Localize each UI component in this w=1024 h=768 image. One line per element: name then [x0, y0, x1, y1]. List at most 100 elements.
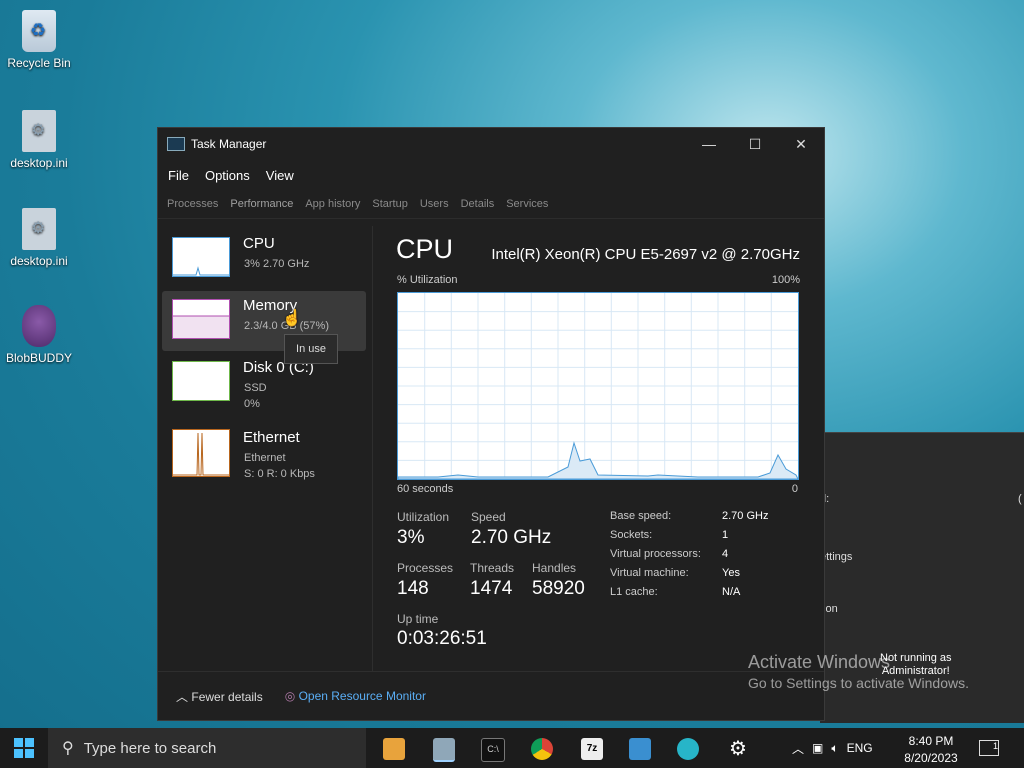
page-title: CPU: [396, 234, 454, 264]
disk-thumbnail-graph: [172, 361, 230, 401]
tab-startup[interactable]: Startup: [372, 198, 407, 210]
uptime-value: 0:03:26:51: [397, 628, 487, 649]
tab-strip: Processes Performance App history Startu…: [158, 190, 824, 219]
menu-view[interactable]: View: [266, 168, 294, 183]
settings-file-icon: [22, 110, 56, 152]
sidebar-item-detail: 3% 2.70 GHz: [244, 258, 310, 270]
windows-logo-icon: [14, 738, 34, 758]
tooltip: In use: [284, 334, 338, 364]
clock-time: 8:40 PM: [908, 734, 954, 748]
volume-icon[interactable]: 🔈︎: [831, 741, 838, 756]
desktop-ini-file[interactable]: desktop.ini: [4, 110, 74, 170]
sidebar-item-detail: 0%: [244, 398, 260, 410]
command-prompt-icon[interactable]: C:\: [481, 738, 505, 762]
task-manager-taskbar-icon[interactable]: [433, 738, 455, 762]
store-icon[interactable]: [383, 738, 405, 760]
notification-count: 1: [992, 741, 998, 751]
blobbuddy-icon: [22, 305, 56, 347]
tab-users[interactable]: Users: [420, 198, 449, 210]
detail-key: Virtual machine:: [610, 567, 689, 579]
blobbuddy-shortcut[interactable]: BlobBUDDY: [4, 305, 74, 365]
sidebar-item-detail: SSD: [244, 382, 267, 394]
notification-center-button[interactable]: 1: [979, 740, 999, 756]
processes-value: 148: [397, 578, 429, 599]
start-button[interactable]: [0, 728, 48, 768]
cpu-model: Intel(R) Xeon(R) CPU E5-2697 v2 @ 2.70GH…: [491, 246, 800, 263]
menu-options[interactable]: Options: [205, 168, 250, 183]
resource-monitor-icon: ◎: [284, 689, 296, 703]
processes-label: Processes: [397, 561, 454, 575]
open-resource-monitor-link[interactable]: ◎ Open Resource Monitor: [285, 689, 426, 703]
graph-time-zero: 0: [791, 483, 798, 495]
desktop-icon-label: desktop.ini: [10, 156, 68, 170]
fewer-details-button[interactable]: ︿ Fewer details: [176, 688, 263, 705]
desktop-icon-label: desktop.ini: [10, 254, 68, 268]
sidebar-item-ethernet[interactable]: Ethernet Ethernet S: 0 R: 0 Kbps: [162, 423, 366, 483]
sidebar-item-label: Ethernet: [243, 429, 300, 446]
taskbar-search-box[interactable]: ⚲ Type here to search: [48, 728, 366, 768]
resource-sidebar: CPU 3% 2.70 GHz Memory 2.3/4.0 GB (57%) …: [158, 226, 373, 672]
chevron-up-icon[interactable]: ︿: [792, 740, 804, 757]
menu-bar: File Options View: [158, 160, 824, 190]
sidebar-item-label: CPU: [243, 235, 275, 252]
chrome-icon[interactable]: [531, 738, 553, 760]
detail-key: Virtual processors:: [610, 548, 701, 560]
fewer-details-label: Fewer details: [191, 689, 263, 704]
tab-app-history[interactable]: App history: [305, 198, 360, 210]
search-placeholder: Type here to search: [83, 739, 217, 757]
cpu-utilization-graph: [397, 292, 799, 480]
bg-text: (: [1018, 493, 1022, 505]
clock-date: 8/20/2023: [904, 751, 958, 765]
detail-key: L1 cache:: [610, 586, 658, 598]
detail-value: 1: [722, 529, 729, 541]
tab-details[interactable]: Details: [461, 198, 495, 210]
utilization-label: Utilization: [397, 510, 450, 524]
admin-warning-line: Not running as: [880, 652, 952, 664]
handles-label: Handles: [532, 561, 577, 575]
desktop-icon-label: BlobBUDDY: [5, 351, 73, 365]
tab-performance[interactable]: Performance: [230, 198, 293, 210]
task-manager-icon: [167, 137, 185, 151]
open-resource-monitor-label: Open Resource Monitor: [298, 689, 426, 703]
detail-value: N/A: [722, 586, 741, 598]
network-app-icon[interactable]: [629, 738, 651, 760]
sidebar-item-detail: Ethernet: [244, 452, 286, 464]
cpu-thumbnail-graph: [172, 237, 230, 277]
7zip-icon[interactable]: 7z: [581, 738, 603, 760]
window-footer: ︿ Fewer details ◎ Open Resource Monitor: [158, 671, 824, 720]
maximize-button[interactable]: ☐: [732, 136, 778, 153]
window-title: Task Manager: [191, 137, 267, 151]
recycle-bin-icon: [22, 10, 56, 52]
pen-app-icon[interactable]: [677, 738, 699, 760]
sidebar-item-cpu[interactable]: CPU 3% 2.70 GHz: [162, 229, 366, 289]
chevron-up-icon: ︿: [176, 689, 189, 704]
speed-value: 2.70 GHz: [471, 527, 552, 548]
desktop-ini-file[interactable]: desktop.ini: [4, 208, 74, 268]
close-button[interactable]: ✕: [778, 136, 824, 153]
memory-thumbnail-graph: [172, 299, 230, 339]
network-icon[interactable]: ▣: [812, 741, 823, 755]
clock[interactable]: 8:40 PM 8/20/2023: [895, 733, 967, 767]
menu-file[interactable]: File: [168, 168, 189, 183]
hand-cursor-icon: ☝: [282, 310, 302, 327]
tab-services[interactable]: Services: [506, 198, 548, 210]
tab-processes[interactable]: Processes: [167, 198, 218, 210]
minimize-button[interactable]: —: [686, 136, 732, 152]
settings-gear-icon[interactable]: ⚙: [727, 738, 749, 760]
ethernet-thumbnail-graph: [172, 429, 230, 477]
graph-y-label: % Utilization: [397, 274, 458, 286]
detail-key: Base speed:: [610, 510, 672, 522]
speed-label: Speed: [471, 510, 506, 524]
search-icon: ⚲: [62, 740, 74, 757]
title-bar[interactable]: Task Manager — ☐ ✕: [158, 128, 824, 160]
graph-time-span: 60 seconds: [397, 483, 454, 495]
sidebar-item-detail: S: 0 R: 0 Kbps: [244, 468, 315, 480]
task-manager-window[interactable]: Task Manager — ☐ ✕ File Options View Pro…: [157, 127, 825, 721]
language-indicator[interactable]: ENG: [847, 741, 873, 755]
uptime-label: Up time: [397, 612, 439, 626]
admin-warning: Not running as Administrator!: [880, 652, 952, 678]
detail-value: Yes: [722, 567, 740, 579]
threads-label: Threads: [470, 561, 515, 575]
handles-value: 58920: [532, 578, 585, 599]
recycle-bin-shortcut[interactable]: Recycle Bin: [4, 10, 74, 70]
